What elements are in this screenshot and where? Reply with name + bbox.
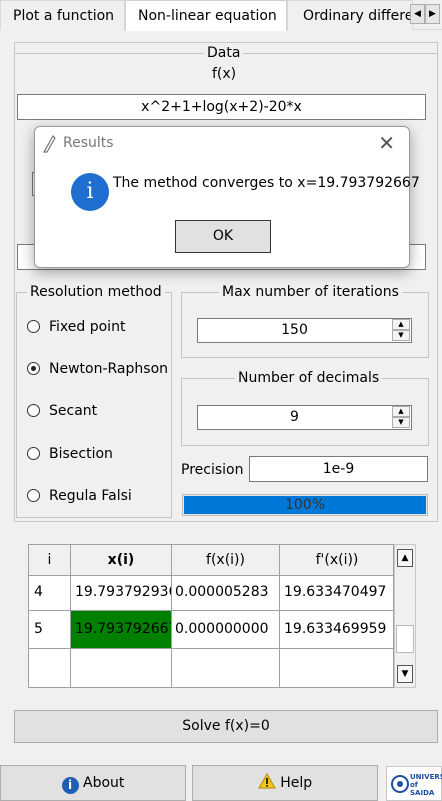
logo-text: UNIVERSITY of SAIDA [410, 773, 442, 797]
data-legend: Data [204, 45, 244, 61]
table-cell[interactable]: 19.633469959 [280, 611, 393, 649]
radio-circle-icon [27, 320, 40, 333]
table-cell[interactable] [172, 649, 280, 687]
resolution-method-legend: Resolution method [27, 284, 165, 300]
precision-label: Precision [181, 462, 244, 478]
decimals-value: 9 [290, 409, 299, 425]
radio-selected-icon [27, 362, 40, 375]
scroll-down-icon[interactable]: ▼ [397, 665, 413, 683]
table-header-xi: x(i) [71, 545, 172, 576]
table-cell[interactable]: 0.000000000 [172, 611, 280, 649]
ok-button[interactable]: OK [175, 220, 271, 253]
resolution-method-group: Resolution method Fixed point Newton-Rap… [16, 284, 172, 518]
tab-nonlinear-equation[interactable]: Non-linear equation [125, 0, 287, 31]
spin-up-icon[interactable]: ▲ [392, 319, 410, 330]
about-button[interactable]: i About [0, 765, 186, 801]
radio-circle-icon [27, 447, 40, 460]
fx-label: f(x) [212, 66, 237, 82]
table-header-i: i [29, 545, 71, 576]
fx-input[interactable]: x^2+1+log(x+2)-20*x [17, 94, 426, 120]
logo-seal-icon [391, 775, 409, 793]
info-icon: i [61, 777, 79, 794]
table-cell[interactable] [71, 649, 172, 687]
table-cell[interactable]: 19.793792936 [71, 576, 172, 611]
progress-text: 100% [284, 497, 326, 513]
dialog-title: Results [63, 135, 114, 151]
warning-icon [257, 772, 276, 789]
table-header-dfxi: f'(x(i)) [280, 545, 393, 576]
tab-ode[interactable]: Ordinary differe [287, 0, 413, 30]
radio-circle-icon [27, 404, 40, 417]
table-cell[interactable]: 4 [29, 576, 71, 611]
table-header-fxi: f(x(i)) [172, 545, 280, 576]
university-logo: UNIVERSITY of SAIDA [386, 766, 442, 801]
tab-bar: Plot a function Non-linear equation Ordi… [0, 0, 442, 31]
results-table: i x(i) f(x(i)) f'(x(i)) 4 19.793792936 0… [28, 544, 394, 688]
max-iterations-spinner[interactable]: 150 ▲ ▼ [197, 318, 412, 343]
decimals-legend: Number of decimals [235, 370, 383, 386]
table-cell[interactable]: 0.000005283 [172, 576, 280, 611]
tab-scroll-left-icon[interactable]: ◀ [410, 4, 425, 24]
scroll-up-icon[interactable]: ▲ [397, 549, 413, 567]
spin-down-icon[interactable]: ▼ [392, 330, 410, 341]
tab-scroll-right-icon[interactable]: ▶ [425, 4, 440, 24]
precision-input[interactable]: 1e-9 [249, 456, 428, 482]
spin-up-icon[interactable]: ▲ [392, 406, 410, 417]
table-cell[interactable] [280, 649, 393, 687]
solve-button[interactable]: Solve f(x)=0 [14, 710, 438, 743]
app-feather-icon [42, 135, 56, 153]
table-cell[interactable]: 19.633470497 [280, 576, 393, 611]
results-dialog: Results ✕ i The method converges to x=19… [34, 126, 420, 268]
close-icon[interactable]: ✕ [378, 131, 395, 155]
table-cell[interactable]: 5 [29, 611, 71, 649]
progress-bar: 100% [182, 494, 428, 516]
decimals-spinner[interactable]: 9 ▲ ▼ [197, 405, 412, 430]
about-label: About [83, 775, 125, 791]
table-scrollbar[interactable]: ▲ ▼ [394, 544, 416, 688]
scroll-thumb[interactable] [396, 625, 414, 653]
radio-circle-icon [27, 489, 40, 502]
max-iterations-value: 150 [281, 322, 308, 338]
table-cell-highlighted[interactable]: 19.793792667 [71, 611, 172, 649]
table-cell[interactable] [29, 649, 71, 687]
tab-plot-function[interactable]: Plot a function [0, 0, 125, 30]
help-button[interactable]: Help [192, 765, 378, 801]
info-icon: i [71, 173, 109, 211]
spin-down-icon[interactable]: ▼ [392, 417, 410, 428]
dialog-message: The method converges to x=19.793792667 [113, 175, 420, 191]
help-label: Help [280, 775, 313, 791]
max-iterations-legend: Max number of iterations [219, 284, 402, 300]
